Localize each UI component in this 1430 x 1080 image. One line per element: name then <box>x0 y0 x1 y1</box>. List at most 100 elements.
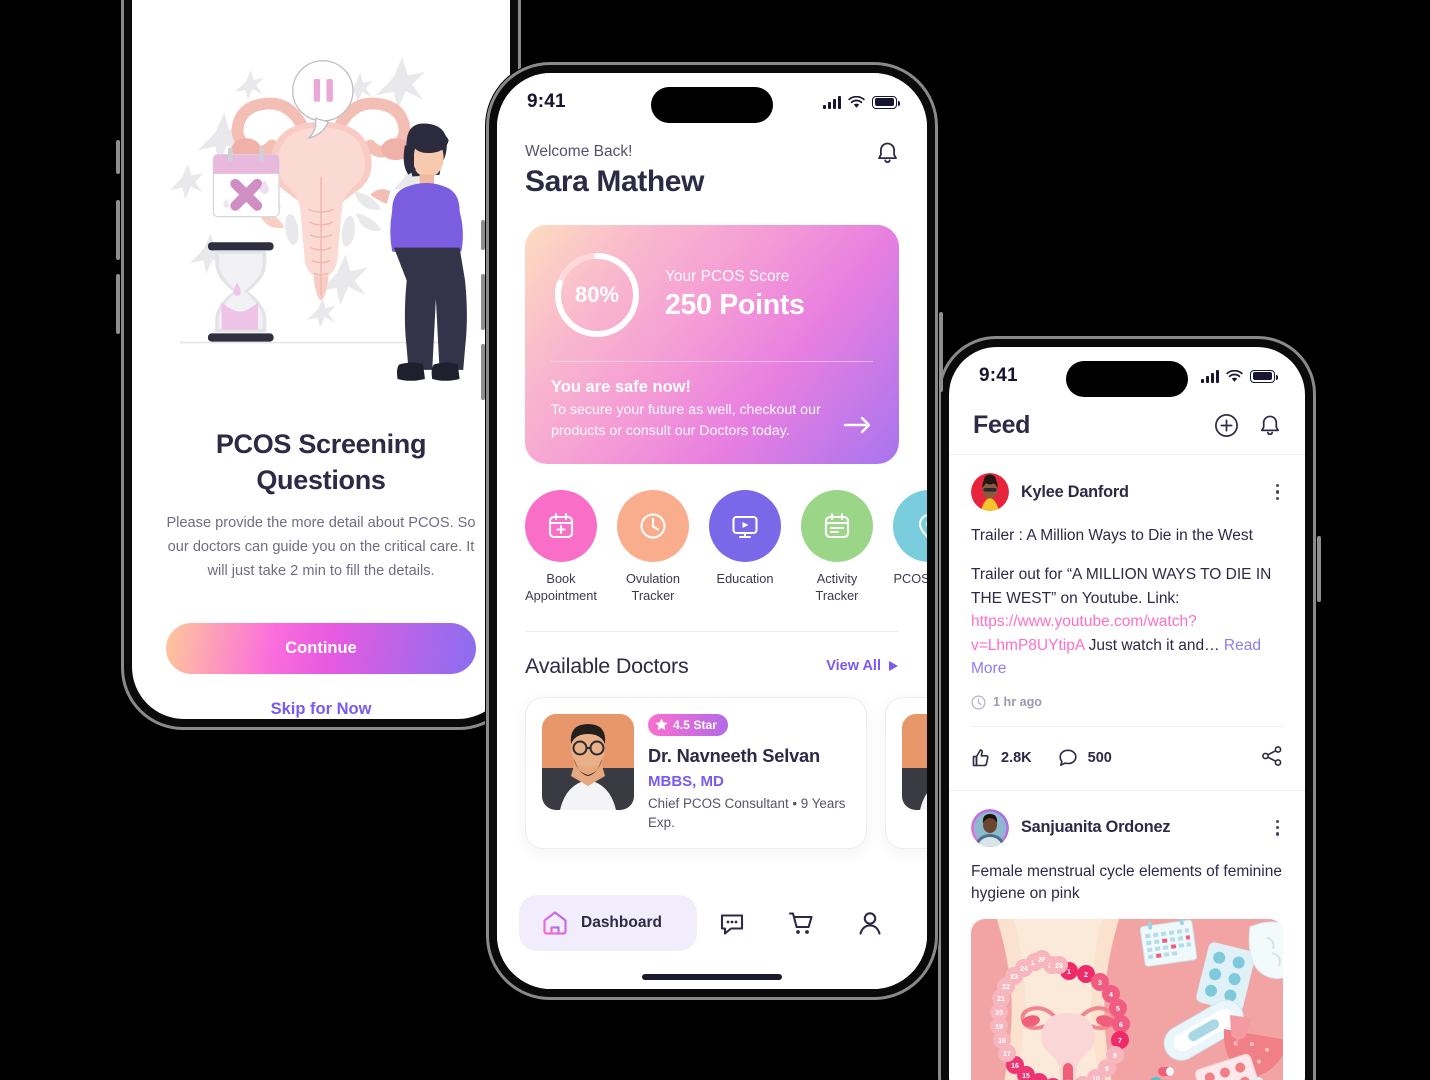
tab-cart[interactable] <box>766 895 835 951</box>
wifi-icon <box>1226 369 1243 382</box>
home-icon <box>543 911 567 935</box>
doctor-card[interactable]: 4.5 Star Dr. Navneeth Selvan MBBS, MD Ch… <box>525 696 867 850</box>
feed-post: Sanjuanita Ordonez Female menstrual cycl… <box>949 789 1305 1080</box>
svg-text:24: 24 <box>1020 966 1028 973</box>
doctor-cards-row: 4.5 Star Dr. Navneeth Selvan MBBS, MD Ch… <box>525 696 927 850</box>
svg-text:2: 2 <box>1084 972 1088 979</box>
svg-text:7: 7 <box>1118 1038 1122 1045</box>
safe-text: To secure your future as well, checkout … <box>551 402 821 440</box>
star-icon <box>655 718 668 731</box>
post-body-before: Trailer out for “A MILLION WAYS TO DIE I… <box>971 566 1272 607</box>
screenshot-stage: PCOS Screening Questions Please provide … <box>0 0 1430 1080</box>
notification-bell-icon[interactable] <box>1259 414 1281 438</box>
svg-text:5: 5 <box>1116 1006 1120 1013</box>
volume-down-button[interactable] <box>116 274 120 334</box>
doctor-photo <box>542 713 634 810</box>
post-body: Trailer out for “A MILLION WAYS TO DIE I… <box>971 563 1283 681</box>
plus-circle-icon[interactable] <box>1214 413 1239 438</box>
doctor-meta: Chief PCOS Consultant • 9 Years Exp. <box>648 796 846 830</box>
pcos-score-card[interactable]: 80% Your PCOS Score 250 Points You are s… <box>525 225 899 465</box>
dynamic-island <box>651 87 773 123</box>
view-all-label: View All <box>826 658 881 675</box>
post-menu-icon[interactable] <box>1272 480 1283 504</box>
mute-switch[interactable] <box>116 140 120 174</box>
calendar-plus-icon <box>525 490 597 563</box>
post-author: Sanjuanita Ordonez <box>1021 818 1171 837</box>
post-title: Trailer : A Million Ways to Die in the W… <box>971 527 1253 544</box>
share-button[interactable] <box>1261 745 1283 772</box>
power-button[interactable] <box>939 312 943 392</box>
thumbs-up-icon <box>972 749 989 767</box>
tab-label: Dashboard <box>581 914 662 931</box>
svg-text:19: 19 <box>995 1024 1003 1031</box>
skip-for-now-link[interactable]: Skip for Now <box>166 700 476 719</box>
score-percent: 80% <box>574 282 620 307</box>
quick-action-activity-tracker[interactable]: Activity Tracker <box>801 490 873 605</box>
quick-action-ovulation-tracker[interactable]: Ovulation Tracker <box>617 490 689 605</box>
post-author: Kylee Danford <box>1021 482 1129 501</box>
arrow-right-icon[interactable] <box>843 415 873 440</box>
post-title: Female menstrual cycle elements of femin… <box>971 862 1282 902</box>
phone-feed: 9:41 Feed Kylee Danford Trailer: A Mill… <box>938 336 1321 1080</box>
post-image[interactable]: 1 2 3 4 5 6 7 8 9 10 11 12 13 <box>971 918 1283 1080</box>
doctor-card[interactable]: 4.5 Star Dr. Navneeth Selvan MBBS, MD Ch… <box>885 696 927 850</box>
share-icon <box>1262 745 1282 766</box>
avatar[interactable] <box>971 808 1009 847</box>
volume-up-button[interactable] <box>481 274 485 330</box>
user-profile-icon <box>859 912 881 935</box>
like-button[interactable]: 2.8K <box>971 748 1032 768</box>
continue-button[interactable]: Continue <box>166 623 476 674</box>
phone-dashboard: 9:41 Welcome Back! Sara Mathew 80% Your … <box>481 62 943 1000</box>
phone-screen: 9:41 Welcome Back! Sara Mathew 80% Your … <box>497 73 927 989</box>
svg-text:16: 16 <box>1011 1063 1019 1070</box>
phone-screen: PCOS Screening Questions Please provide … <box>132 0 510 719</box>
status-time: 9:41 <box>979 365 1018 386</box>
quick-action-label: PCOS Clinic <box>893 571 927 587</box>
score-points: 250 Points <box>665 289 805 321</box>
dynamic-island <box>1066 361 1188 397</box>
phone-screen: 9:41 Feed Kylee Danford Trailer: A Mill… <box>949 347 1305 1080</box>
tab-profile[interactable] <box>836 895 905 951</box>
volume-down-button[interactable] <box>481 344 485 400</box>
post-timestamp: 1 hr ago <box>971 695 1283 710</box>
welcome-label: Welcome Back! <box>525 143 633 160</box>
mute-switch[interactable] <box>481 220 485 250</box>
quick-action-label: Education <box>716 571 774 587</box>
doctor-name: Dr. Navneeth Selvan <box>648 745 820 767</box>
svg-text:8: 8 <box>1113 1053 1117 1060</box>
page-title: PCOS Screening Questions <box>215 429 427 495</box>
svg-text:1: 1 <box>1067 969 1071 976</box>
comment-icon <box>1059 749 1077 767</box>
svg-text:22: 22 <box>1002 984 1010 991</box>
status-bar: 9:41 <box>949 347 1305 405</box>
quick-action-label: Ovulation Tracker <box>625 571 681 603</box>
svg-text:9: 9 <box>1105 1066 1109 1073</box>
notification-bell-icon[interactable] <box>876 141 899 171</box>
quick-actions-row: Book Appointment Ovulation Tracker Educa… <box>525 490 927 605</box>
comment-button[interactable]: 500 <box>1058 748 1112 768</box>
monitor-play-icon <box>709 490 781 563</box>
tab-dashboard[interactable]: Dashboard <box>519 895 697 951</box>
tab-messages[interactable] <box>697 895 766 951</box>
quick-action-education[interactable]: Education <box>709 490 781 605</box>
post-menu-icon[interactable] <box>1272 816 1283 840</box>
view-all-button[interactable]: View All <box>826 658 899 674</box>
quick-action-book-appointment[interactable]: Book Appointment <box>525 490 597 605</box>
bottom-tab-bar: Dashboard <box>497 881 927 989</box>
clock-icon <box>617 490 689 563</box>
quick-action-label: Book Appointment <box>525 571 597 603</box>
map-pin-icon <box>893 490 927 563</box>
post-body-after: Just watch it and… <box>1084 636 1220 654</box>
page-subtitle: Please provide the more detail about PCO… <box>166 515 476 579</box>
svg-text:28: 28 <box>1055 963 1063 970</box>
cellular-bars-icon <box>1201 369 1219 383</box>
volume-up-button[interactable] <box>116 200 120 260</box>
section-title: Available Doctors <box>525 653 689 678</box>
svg-text:6: 6 <box>1119 1022 1123 1029</box>
chat-bubble-icon <box>720 914 743 935</box>
feed-title: Feed <box>973 411 1031 439</box>
power-button[interactable] <box>1317 536 1321 602</box>
quick-action-pcos-clinic[interactable]: PCOS Clinic <box>893 490 927 605</box>
avatar[interactable] <box>971 473 1009 511</box>
svg-text:20: 20 <box>995 1010 1003 1017</box>
